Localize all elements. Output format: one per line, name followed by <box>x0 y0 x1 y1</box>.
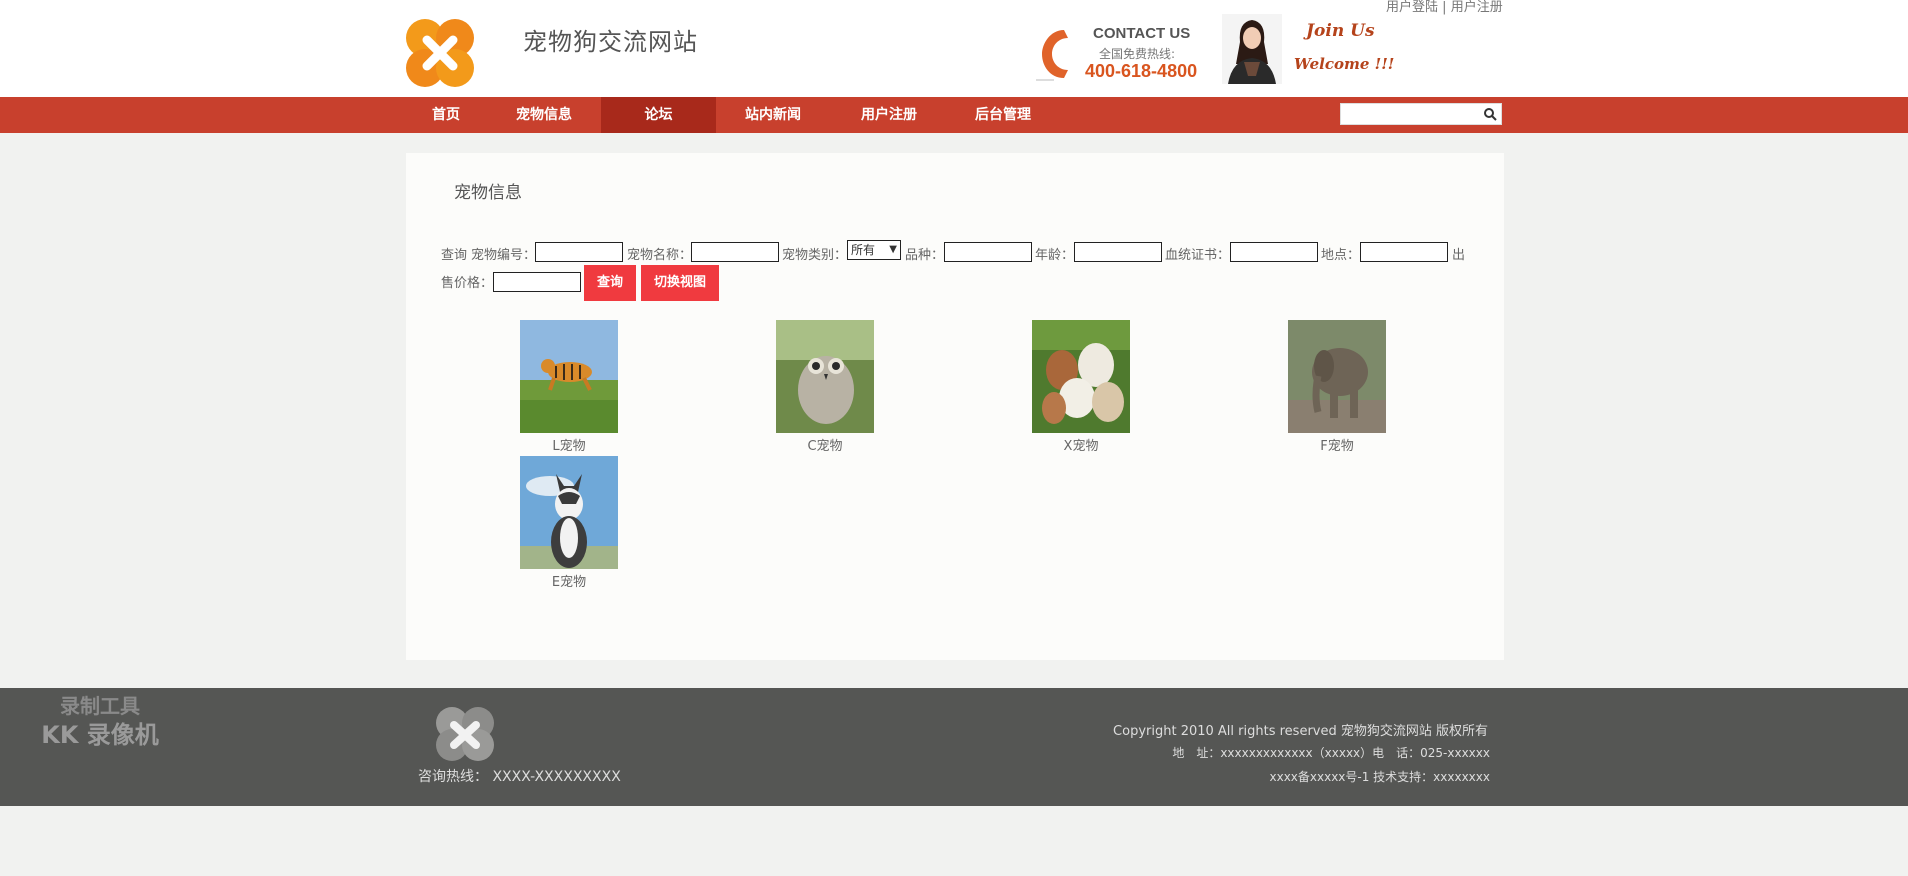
recorder-watermark: 录制工具 KK 录像机 <box>30 690 170 750</box>
pedigree-label: 血统证书： <box>1165 248 1231 263</box>
register-link[interactable]: 用户注册 <box>1451 0 1503 15</box>
nav-item-user-register[interactable]: 用户注册 <box>846 97 932 133</box>
pet-image-tiger <box>520 320 618 433</box>
phone-icon <box>1036 30 1068 81</box>
nav-search-box <box>1340 103 1502 125</box>
pet-name: L宠物 <box>552 439 586 454</box>
search-button[interactable]: 查询 <box>584 265 636 301</box>
pet-card[interactable]: L宠物 <box>519 320 619 454</box>
contact-subtitle: 全国免费热线: <box>1099 47 1176 61</box>
link-separator: | <box>1442 0 1447 15</box>
welcome-text: Welcome !!! <box>1294 55 1395 73</box>
nav-item-home[interactable]: 首页 <box>420 97 472 133</box>
pet-image-husky <box>520 456 618 569</box>
contact-title: CONTACT US <box>1093 25 1191 42</box>
pet-id-label: 宠物编号： <box>471 248 537 263</box>
pet-type-value: 所有 <box>851 243 876 257</box>
pet-card[interactable]: C宠物 <box>775 320 875 454</box>
pet-image-elephant <box>1288 320 1386 433</box>
footer-address: 地 址：xxxxxxxxxxxxx（xxxxx）电 话：025-xxxxxx <box>1172 746 1490 760</box>
nav-item-forum[interactable]: 论坛 <box>601 97 716 133</box>
pet-name: C宠物 <box>807 439 843 454</box>
pet-name-label: 宠物名称： <box>627 248 693 263</box>
footer-icp: xxxx备xxxxx号-1 技术支持：xxxxxxxx <box>1269 770 1490 784</box>
pet-image-sheep <box>1032 320 1130 433</box>
pet-name: F宠物 <box>1320 439 1354 454</box>
footer-logo <box>436 707 494 761</box>
dropdown-arrow-icon: ▼ <box>889 244 897 255</box>
join-us-text: Join Us <box>1306 21 1375 41</box>
pet-id-input[interactable] <box>535 242 623 262</box>
pet-card[interactable]: X宠物 <box>1031 320 1131 454</box>
location-label: 地点： <box>1321 248 1361 263</box>
nav-item-site-news[interactable]: 站内新闻 <box>730 97 816 133</box>
top-links: 用户登陆 | 用户注册 <box>1386 0 1503 15</box>
pet-name-input[interactable] <box>691 242 779 262</box>
main-nav: 首页 宠物信息 论坛 站内新闻 用户注册 后台管理 <box>0 97 1908 133</box>
pet-name: X宠物 <box>1063 439 1099 454</box>
age-label: 年龄： <box>1035 248 1075 263</box>
panel-title: 宠物信息 <box>454 183 522 203</box>
query-prefix: 查询 <box>441 248 468 263</box>
site-footer: 咨询热线： XXXX-XXXXXXXXX Copyright 2010 All … <box>0 688 1908 806</box>
price-input[interactable] <box>493 272 581 292</box>
pedigree-input[interactable] <box>1230 242 1318 262</box>
switch-view-button[interactable]: 切换视图 <box>641 265 719 301</box>
contact-phone: 400-618-4800 <box>1085 61 1198 81</box>
footer-copyright: Copyright 2010 All rights reserved 宠物狗交流… <box>1113 724 1488 739</box>
search-icon[interactable] <box>1483 107 1497 121</box>
content-panel: 宠物信息 查询 宠物编号： 宠物名称： 宠物类别： 所有 ▼ 品种： 年龄： 血… <box>406 153 1504 660</box>
nav-item-admin[interactable]: 后台管理 <box>960 97 1046 133</box>
login-link[interactable]: 用户登陆 <box>1386 0 1438 15</box>
site-header: 宠物狗交流网站 用户登陆 | 用户注册 CONTACT US 全国免费热线: 4… <box>0 0 1908 97</box>
price-label-part2: 售价格： <box>441 276 494 291</box>
pet-type-select[interactable]: 所有 ▼ <box>847 240 901 260</box>
site-logo[interactable] <box>403 16 477 90</box>
nav-search-input[interactable] <box>1341 104 1487 124</box>
pet-image-owl <box>776 320 874 433</box>
watermark-line2: KK 录像机 <box>41 721 159 749</box>
location-input[interactable] <box>1360 242 1448 262</box>
pet-card[interactable]: F宠物 <box>1287 320 1387 454</box>
nav-item-pet-info[interactable]: 宠物信息 <box>502 97 586 133</box>
pet-type-label: 宠物类别： <box>782 248 848 263</box>
site-title: 宠物狗交流网站 <box>523 28 698 56</box>
breed-label: 品种： <box>905 248 945 263</box>
price-label-part1: 出 <box>1452 248 1466 263</box>
pet-name: E宠物 <box>551 575 587 590</box>
pet-card[interactable]: E宠物 <box>519 456 619 590</box>
welcome-person-image <box>1222 14 1282 84</box>
age-input[interactable] <box>1074 242 1162 262</box>
breed-input[interactable] <box>944 242 1032 262</box>
footer-hotline: 咨询热线： XXXX-XXXXXXXXX <box>418 769 621 785</box>
